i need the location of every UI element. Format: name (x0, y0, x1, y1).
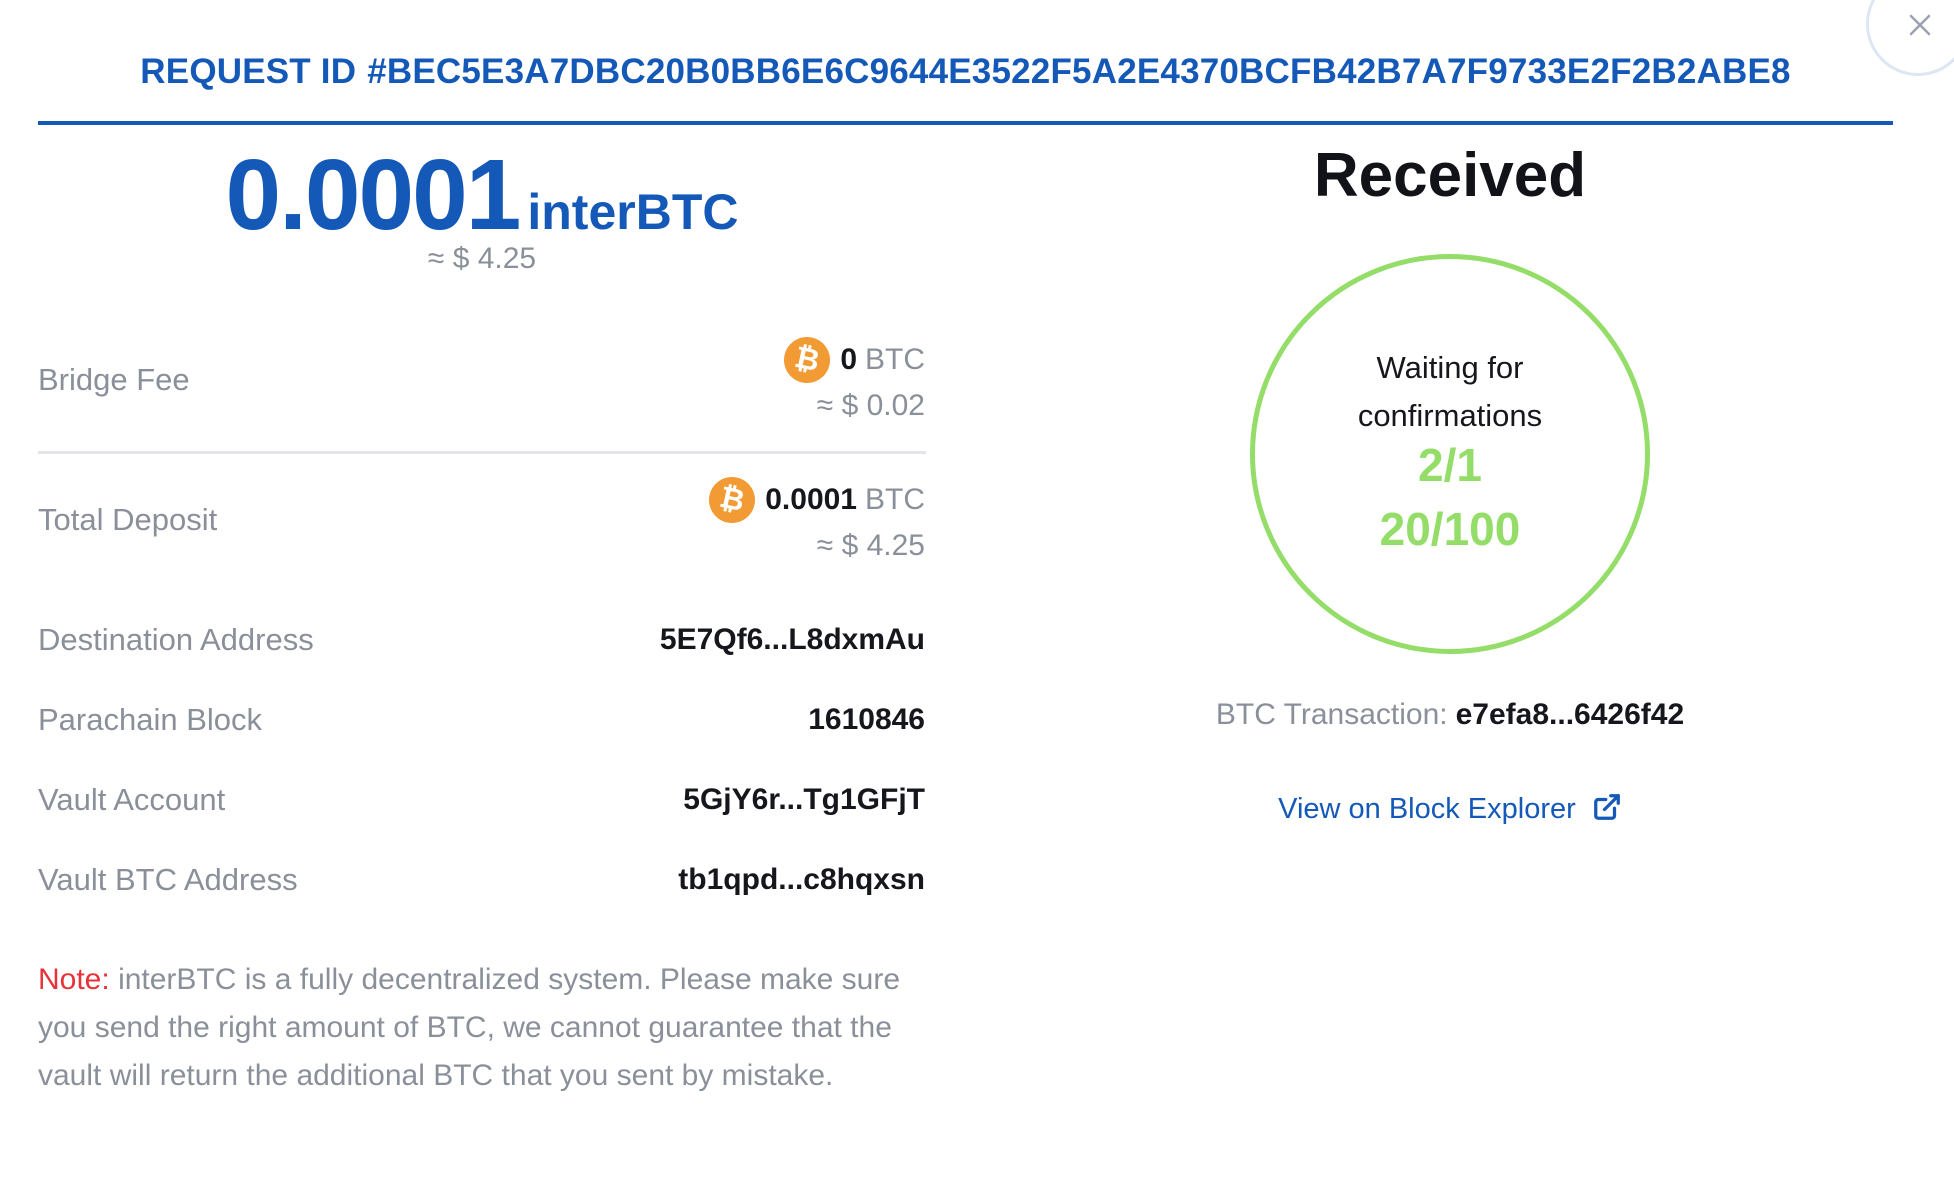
bridge-fee-label: Bridge Fee (38, 362, 190, 397)
parachain-block-value: 1610846 (808, 703, 925, 736)
parachain-block-label: Parachain Block (38, 702, 263, 737)
issue-amount: 0.0001 interBTC (38, 138, 926, 253)
vault-account-value: 5GjY6r...Tg1GFjT (683, 783, 925, 816)
status-title: Received (1313, 141, 1587, 210)
total-deposit-value: 0.0001 (765, 483, 857, 516)
vault-btc-address-value: tb1qpd...c8hqxsn (678, 863, 925, 896)
waiting-line-1: Waiting for (1376, 350, 1524, 385)
block-explorer-link[interactable]: View on Block Explorer (1158, 792, 1742, 826)
amount-value: 0.0001 (225, 139, 522, 251)
btc-transaction: BTC Transaction: e7efa8...6426f42 (1158, 698, 1742, 732)
issue-request-modal: REQUEST ID #BEC5E3A7DBC20B0BB6E6C9644E352… (0, 0, 1954, 1178)
request-id-value: #BEC5E3A7DBC20B0BB6E6C9644E3522F5A2E4370… (367, 52, 1791, 91)
parachain-confirmations: 20/100 (1379, 503, 1521, 555)
btc-confirmations: 2/1 (1418, 439, 1482, 491)
bitcoin-icon: ₿ (780, 332, 835, 388)
request-id-label: REQUEST ID (140, 52, 357, 91)
fee-divider (38, 451, 926, 454)
vault-account-label: Vault Account (38, 782, 226, 817)
waiting-line-2: confirmations (1357, 398, 1543, 433)
bridge-fee-amount: ₿ 0 BTC (780, 332, 925, 388)
vault-btc-address-label: Vault BTC Address (38, 862, 298, 897)
external-link-icon (1593, 794, 1620, 820)
amount-unit: interBTC (527, 184, 739, 240)
note-label: Note: (38, 963, 110, 996)
bridge-fee-usd: ≈ $ 0.02 (816, 389, 925, 422)
bridge-fee-unit: BTC (865, 343, 925, 376)
total-deposit-unit: BTC (865, 483, 925, 516)
decentralization-note: Note: interBTC is a fully decentralized … (38, 956, 938, 1100)
btc-transaction-value: e7efa8...6426f42 (1455, 698, 1685, 731)
waiting-text: Waiting for confirmations (1250, 344, 1650, 440)
note-text: interBTC is a fully decentralized system… (38, 963, 901, 1092)
block-explorer-link-label: View on Block Explorer (1278, 793, 1576, 825)
total-deposit-amount: ₿ 0.0001 BTC (704, 472, 925, 528)
btc-transaction-label: BTC Transaction: (1215, 698, 1448, 731)
header-divider (38, 121, 1893, 125)
destination-address-value: 5E7Qf6...L8dxmAu (659, 623, 925, 656)
amount-usd: ≈ $ 4.25 (427, 242, 537, 275)
bitcoin-icon: ₿ (704, 472, 760, 528)
request-id-heading: REQUEST ID #BEC5E3A7DBC20B0BB6E6C9644E352… (38, 52, 1893, 92)
bridge-fee-value: 0 (840, 343, 857, 376)
total-deposit-label: Total Deposit (38, 502, 218, 537)
close-icon (1909, 14, 1931, 36)
total-deposit-usd: ≈ $ 4.25 (816, 529, 925, 562)
destination-address-label: Destination Address (38, 622, 314, 657)
